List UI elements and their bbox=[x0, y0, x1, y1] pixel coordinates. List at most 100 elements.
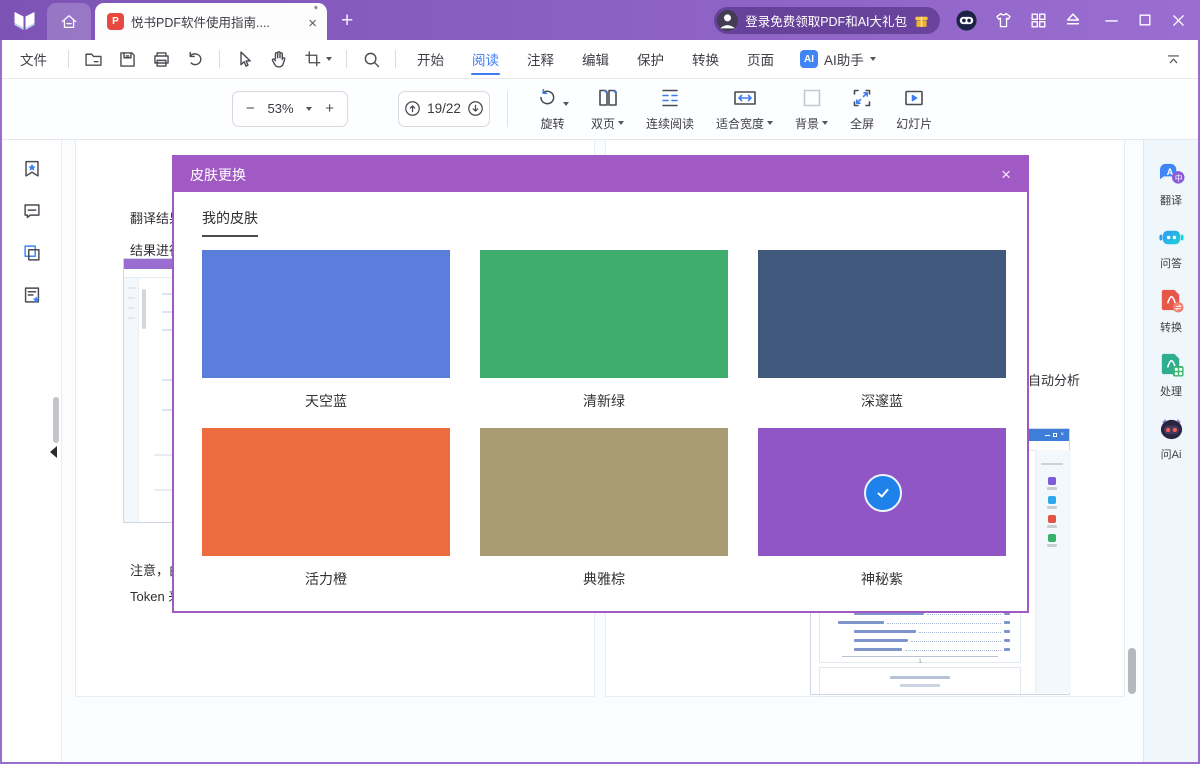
ai-robot-icon[interactable] bbox=[955, 9, 978, 32]
divider bbox=[346, 50, 347, 68]
tab-convert[interactable]: 转换 bbox=[678, 40, 733, 78]
tab-close-icon[interactable]: × bbox=[308, 16, 317, 31]
ask-ai-button[interactable]: 问Ai bbox=[1158, 416, 1185, 462]
tab-protect[interactable]: 保护 bbox=[623, 40, 678, 78]
window-border bbox=[0, 40, 2, 764]
ai-tools-rail: A 中 翻译 问答 bbox=[1143, 140, 1198, 762]
avatar-icon bbox=[717, 10, 738, 31]
new-tab-button[interactable]: + bbox=[341, 10, 353, 31]
zoom-value[interactable]: 53% bbox=[268, 101, 294, 116]
notes-outline-panel-button[interactable] bbox=[2, 274, 62, 316]
two-page-label: 双页 bbox=[591, 115, 615, 132]
dialog-close-icon[interactable]: × bbox=[1001, 166, 1011, 183]
skin-theme-icon[interactable] bbox=[993, 10, 1014, 31]
rotate-tool[interactable]: 旋转 bbox=[525, 86, 580, 132]
tab-edit[interactable]: 编辑 bbox=[568, 40, 623, 78]
close-window-button[interactable] bbox=[1171, 13, 1186, 28]
divider bbox=[395, 50, 396, 68]
dialog-header[interactable]: 皮肤更换 × bbox=[174, 157, 1027, 192]
annotations-panel-button[interactable] bbox=[2, 190, 62, 232]
skin-option[interactable]: 深邃蓝 bbox=[758, 250, 1006, 412]
zoom-preset-chevron-icon[interactable] bbox=[306, 107, 312, 111]
skin-swatch[interactable] bbox=[480, 250, 728, 378]
background-tool[interactable]: 背景 bbox=[784, 86, 839, 132]
rotate-icon bbox=[536, 87, 559, 110]
file-menu[interactable]: 文件 bbox=[0, 49, 61, 69]
print-icon[interactable] bbox=[144, 44, 178, 74]
slideshow-tool[interactable]: 幻灯片 bbox=[885, 86, 943, 132]
ai-qa-button[interactable]: 问答 bbox=[1158, 225, 1185, 271]
skin-change-dialog: 皮肤更换 × 我的皮肤 天空蓝 清新绿 bbox=[172, 155, 1029, 613]
save-icon[interactable] bbox=[110, 44, 144, 74]
divider bbox=[507, 91, 508, 127]
tab-page[interactable]: 页面 bbox=[733, 40, 788, 78]
qa-robot-icon bbox=[1158, 225, 1185, 250]
background-label: 背景 bbox=[795, 115, 819, 132]
zoom-control: − 53% + bbox=[232, 91, 348, 127]
skin-swatch[interactable] bbox=[480, 428, 728, 556]
left-panel-rail bbox=[2, 140, 62, 762]
undo-icon[interactable] bbox=[178, 44, 212, 74]
login-button[interactable]: 登录免费领取PDF和AI大礼包 bbox=[714, 7, 940, 34]
open-folder-icon[interactable] bbox=[76, 44, 110, 74]
maximize-button[interactable] bbox=[1138, 13, 1152, 27]
pdf-process-button[interactable]: 处理 bbox=[1158, 352, 1185, 399]
continuous-read-tool[interactable]: 连续阅读 bbox=[635, 86, 705, 132]
zoom-out-button[interactable]: − bbox=[246, 101, 255, 116]
bookmarks-panel-button[interactable] bbox=[2, 148, 62, 190]
thumbnails-panel-button[interactable] bbox=[2, 232, 62, 274]
my-skins-tab[interactable]: 我的皮肤 bbox=[202, 208, 258, 237]
skin-swatch[interactable] bbox=[758, 428, 1006, 556]
fit-width-tool[interactable]: 适合宽度 bbox=[705, 86, 784, 132]
current-page-number[interactable]: 19 bbox=[427, 101, 442, 116]
document-tab[interactable]: P 悦书PDF软件使用指南.... * × bbox=[95, 3, 327, 40]
two-page-view-tool[interactable]: 双页 bbox=[580, 86, 635, 132]
next-page-button[interactable] bbox=[466, 99, 485, 118]
skin-option[interactable]: 典雅棕 bbox=[480, 428, 728, 590]
translate-icon: A 中 bbox=[1158, 162, 1185, 187]
title-bar: P 悦书PDF软件使用指南.... * × + 登录免费领取PDF和AI大礼包 bbox=[0, 0, 1200, 40]
fit-width-icon bbox=[732, 86, 758, 110]
skin-name: 活力橙 bbox=[202, 569, 450, 590]
skin-option[interactable]: 神秘紫 bbox=[758, 428, 1006, 590]
crop-snapshot-icon[interactable] bbox=[295, 44, 339, 74]
fullscreen-tool[interactable]: 全屏 bbox=[839, 86, 885, 132]
divider bbox=[68, 50, 69, 68]
skin-swatch[interactable] bbox=[202, 428, 450, 556]
doc-text-fragment: 自动分析 bbox=[1028, 370, 1080, 389]
skin-option[interactable]: 清新绿 bbox=[480, 250, 728, 412]
skin-swatch[interactable] bbox=[202, 250, 450, 378]
tab-read[interactable]: 阅读 bbox=[458, 40, 513, 78]
ai-translate-button[interactable]: A 中 翻译 bbox=[1158, 162, 1185, 208]
skin-option[interactable]: 活力橙 bbox=[202, 428, 450, 590]
zoom-in-button[interactable]: + bbox=[325, 101, 334, 116]
skin-name: 深邃蓝 bbox=[758, 391, 1006, 412]
background-icon bbox=[800, 86, 824, 110]
panel-scrollbar-thumb[interactable] bbox=[53, 397, 59, 443]
tab-start[interactable]: 开始 bbox=[403, 40, 458, 78]
skin-name: 清新绿 bbox=[480, 391, 728, 412]
chevron-down-icon bbox=[618, 121, 624, 125]
boss-key-eject-icon[interactable] bbox=[1063, 10, 1083, 30]
hand-pan-icon[interactable] bbox=[261, 44, 295, 74]
panel-collapse-handle[interactable] bbox=[50, 446, 57, 458]
skin-name: 神秘紫 bbox=[758, 569, 1006, 590]
previous-page-button[interactable] bbox=[403, 99, 422, 118]
home-tab-button[interactable] bbox=[47, 3, 91, 40]
collapse-toolbar-icon[interactable] bbox=[1165, 51, 1182, 68]
ai-assistant-menu[interactable]: AI AI助手 bbox=[788, 49, 888, 69]
page-navigation: 19/22 bbox=[398, 91, 490, 127]
tab-annotate[interactable]: 注释 bbox=[513, 40, 568, 78]
apps-grid-icon[interactable] bbox=[1029, 11, 1048, 30]
fit-width-label: 适合宽度 bbox=[716, 115, 764, 132]
skin-swatch[interactable] bbox=[758, 250, 1006, 378]
continuous-read-icon bbox=[658, 86, 682, 110]
document-scrollbar-thumb[interactable] bbox=[1128, 648, 1136, 694]
pdf-convert-label: 转换 bbox=[1160, 319, 1182, 335]
select-cursor-icon[interactable] bbox=[227, 44, 261, 74]
fullscreen-icon bbox=[850, 86, 874, 110]
search-icon[interactable] bbox=[354, 44, 388, 74]
minimize-button[interactable] bbox=[1104, 13, 1119, 28]
skin-option[interactable]: 天空蓝 bbox=[202, 250, 450, 412]
pdf-convert-button[interactable]: 转换 bbox=[1158, 288, 1185, 335]
